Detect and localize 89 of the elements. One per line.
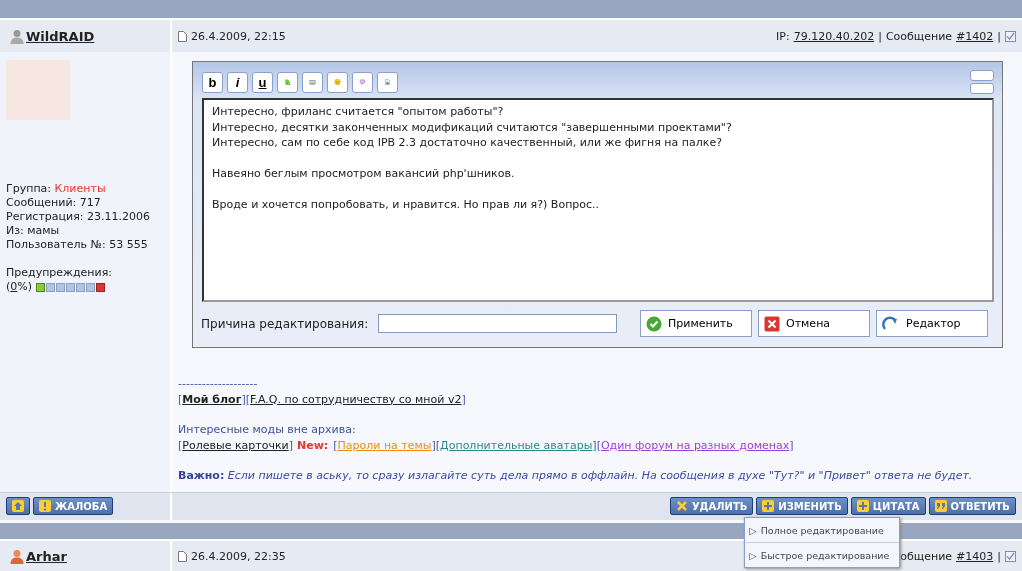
arrow-up-icon <box>12 500 24 512</box>
toolbar-button[interactable] <box>302 71 323 93</box>
edit-reason-label: Причина редактирования: <box>201 316 369 331</box>
triangle-marker: ▷ <box>749 524 757 536</box>
check-icon <box>646 315 662 332</box>
checkbox[interactable] <box>1005 551 1016 562</box>
separator: | <box>997 29 1001 43</box>
signature-link[interactable]: Один форум на разных доменах <box>600 437 790 453</box>
post-action-button[interactable]: ИЗМЕНИТЬ <box>756 497 848 515</box>
editor-action-button[interactable]: Отмена <box>758 310 870 337</box>
refresh-arrow-icon <box>882 315 900 332</box>
bracket: [ <box>178 437 183 453</box>
signature-link[interactable]: Дополнительные аватары <box>440 437 593 453</box>
editor-action-button[interactable]: Редактор <box>876 310 988 337</box>
bracket: ][ <box>241 391 250 407</box>
scroll-top-button[interactable] <box>6 497 30 515</box>
expand-down-button[interactable] <box>970 83 994 94</box>
smiley-icon <box>334 78 341 86</box>
toolbar-button[interactable] <box>277 71 298 93</box>
plus-icon <box>856 500 869 512</box>
cross-icon <box>675 500 688 512</box>
post-action-button[interactable]: ОТВЕТИТЬ <box>928 497 1016 515</box>
format-button[interactable]: b <box>202 71 223 93</box>
message-number-link[interactable]: #1402 <box>956 29 994 43</box>
warnings-percent-link[interactable]: 0 <box>10 280 18 293</box>
signature-note: Важно: Если пишете в аську, то сразу излагайте суть дела прямо в оффлайн. На сообщения в духе "Тут?" и "Привет" ответа не будет. <box>178 468 974 484</box>
group-label: Группа: <box>6 182 52 195</box>
exclamation-icon <box>39 500 51 512</box>
triangle-marker: ▷ <box>749 549 757 561</box>
bracket: ] <box>288 437 293 453</box>
warnings-suffix: %) <box>17 280 33 293</box>
bracket: ][ <box>592 437 601 453</box>
toolbar-button[interactable] <box>377 71 398 93</box>
profile-info-line: Сообщений: 717 <box>6 196 102 210</box>
menu-item[interactable]: ▷ Полное редактирование <box>745 518 900 542</box>
bracket: ] <box>789 437 794 453</box>
page-edit-icon <box>385 79 390 85</box>
warning-scale-icon <box>36 282 107 292</box>
format-button[interactable]: u <box>252 71 273 93</box>
signature-link[interactable]: Мой блог <box>182 391 242 407</box>
signature-link[interactable]: F.A.Q. по сотрудничеству со мной v2 <box>250 391 462 407</box>
message-number-link[interactable]: #1403 <box>956 550 994 563</box>
editor-action-button[interactable]: Применить <box>640 310 752 337</box>
message-textarea[interactable]: Интересно, фриланс считается "опытом работы"? Интересно, десятки законченных модификаций считаются "завершенными проектами"? Интересно, сам по себе код IPB 2.3 достаточно качественный, или же фигня на палке? Навеяно беглым просмотром вакансий php'шников. Вроде и хочется попробовать, и нравится. Но прав ли я?) Вопрос.. <box>202 98 994 302</box>
checkbox[interactable] <box>1005 30 1016 42</box>
format-button[interactable]: i <box>227 71 248 93</box>
group-value: Клиенты <box>54 182 106 195</box>
post-action-button[interactable]: УДАЛИТЬ <box>669 497 754 515</box>
bracket: [ <box>178 391 183 407</box>
warnings-label: Предупреждения: <box>6 266 114 280</box>
document-plus-icon <box>285 79 291 86</box>
post-date: 26.4.2009, 22:35 <box>191 550 286 563</box>
speech-bubble-icon <box>359 79 366 85</box>
menu-item-label: Быстрое редактирование <box>760 549 890 561</box>
document-icon <box>178 30 187 42</box>
profile-info-line: Регистрация: 23.11.2006 <box>6 210 151 224</box>
user-icon <box>10 549 24 564</box>
plus-icon <box>762 500 775 512</box>
quote-marks-icon <box>934 500 947 512</box>
post-date: 26.4.2009, 22:15 <box>191 29 286 43</box>
user-icon <box>10 28 24 44</box>
post-action-button[interactable]: ЦИТАТА <box>850 497 926 515</box>
new-label: New: <box>297 437 329 453</box>
profile-info-line: Пользователь №: 53 555 <box>6 238 149 252</box>
bracket: ][ <box>431 437 441 453</box>
signature-divider: -------------------- <box>178 376 259 392</box>
image-icon <box>309 80 316 85</box>
menu-item-label: Полное редактирование <box>760 524 884 536</box>
toolbar-button[interactable] <box>327 71 348 93</box>
signature-link[interactable]: Ролевые карточки <box>182 437 289 453</box>
ip-link[interactable]: 79.120.40.202 <box>793 29 875 43</box>
toolbar-button[interactable] <box>352 71 373 93</box>
warnings-prefix: ( <box>6 280 11 293</box>
separator: | <box>878 29 882 43</box>
close-icon <box>764 315 780 332</box>
message-label: общение <box>900 550 953 563</box>
bracket: [ <box>333 437 338 453</box>
document-icon <box>178 551 187 562</box>
profile-info-line: Из: мамы <box>6 224 61 238</box>
separator: | <box>997 550 1001 563</box>
ip-label: IP: <box>776 29 790 43</box>
author-name[interactable]: Arhar <box>26 549 67 564</box>
message-label: Сообщение <box>885 29 953 43</box>
signature-text: Интересные моды вне архива: <box>178 422 356 438</box>
expand-up-button[interactable] <box>970 70 994 81</box>
edit-reason-field[interactable] <box>378 314 617 333</box>
bracket: ] <box>461 391 466 407</box>
menu-item[interactable]: ▷ Быстрое редактирование <box>745 542 900 567</box>
report-button[interactable]: ЖАЛОБА <box>33 497 114 515</box>
